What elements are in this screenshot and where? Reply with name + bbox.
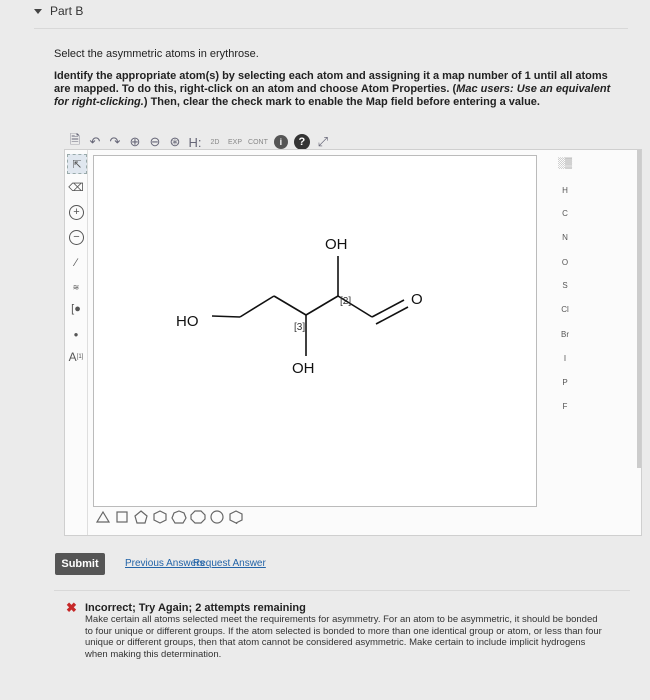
clean-2d-button[interactable]: 2D <box>208 134 222 150</box>
help-icon[interactable]: ? <box>293 134 310 150</box>
structure-editor: ⇱ ⌫ + − ∕ ≋ [● ● A [1] HO OH OH O [2] [3… <box>64 149 642 536</box>
element-h[interactable]: H <box>540 186 590 195</box>
periodic-table-icon[interactable]: ░▒ <box>540 158 590 169</box>
atom-label-tool[interactable]: A [1] <box>67 348 85 366</box>
nonagon-ring-icon[interactable] <box>209 510 225 524</box>
header-divider <box>34 28 628 29</box>
ring-template-bar <box>95 510 244 524</box>
oh-bottom-label[interactable]: OH <box>292 360 315 377</box>
element-cl[interactable]: Cl <box>540 305 590 314</box>
bond-aldehyde-a <box>371 299 405 318</box>
zoom-fit-icon[interactable]: ⊛ <box>168 134 182 150</box>
cont-button[interactable]: CONT <box>248 134 268 150</box>
square-ring-icon[interactable] <box>114 510 130 524</box>
hydrogen-toggle-button[interactable]: H: <box>188 134 202 150</box>
expand-icon[interactable]: ⤢ <box>316 134 330 150</box>
ho-label[interactable]: HO <box>176 313 199 330</box>
part-label: Part B <box>50 4 84 18</box>
incorrect-x-icon: ✖ <box>66 600 77 615</box>
element-c[interactable]: C <box>540 209 590 218</box>
submit-button[interactable]: Submit <box>55 553 105 575</box>
bond-c3-c2 <box>273 295 307 316</box>
bond-c2-c1 <box>305 295 339 316</box>
heptagon-ring-icon[interactable] <box>171 510 187 524</box>
element-s[interactable]: S <box>540 281 590 290</box>
element-f[interactable]: F <box>540 402 590 411</box>
bond-aldehyde-b <box>375 306 409 325</box>
zoom-in-icon[interactable]: ⊕ <box>128 134 142 150</box>
request-answer-link[interactable]: Request Answer <box>193 558 266 569</box>
explicit-button[interactable]: EXP <box>228 134 242 150</box>
element-o[interactable]: O <box>540 258 590 267</box>
info-icon[interactable]: i <box>273 135 288 149</box>
question-text: Select the asymmetric atoms in erythrose… <box>54 48 259 60</box>
zoom-out-icon[interactable]: ⊖ <box>148 134 162 150</box>
oh-top-label[interactable]: OH <box>325 236 348 253</box>
feedback-body: Make certain all atoms selected meet the… <box>85 614 602 660</box>
map-number-2: [2] <box>340 296 351 307</box>
drawing-canvas[interactable]: HO OH OH O [2] [3] <box>93 155 537 507</box>
eraser-icon[interactable]: ⌫ <box>67 178 85 196</box>
benzene-ring-icon[interactable] <box>228 510 244 524</box>
undo-icon[interactable]: ↶ <box>88 134 102 150</box>
octagon-ring-icon[interactable] <box>190 510 206 524</box>
left-toolbar: ⇱ ⌫ + − ∕ ≋ [● ● A [1] <box>65 150 88 535</box>
map-number-3: [3] <box>294 322 305 333</box>
chain-tool-icon[interactable]: ≋ <box>67 278 85 296</box>
select-tool-icon[interactable]: ⇱ <box>67 154 87 174</box>
feedback-title: Incorrect; Try Again; 2 attempts remaini… <box>85 602 306 614</box>
bond-ho-c4 <box>211 315 241 318</box>
element-p[interactable]: P <box>540 378 590 387</box>
element-n[interactable]: N <box>540 233 590 242</box>
element-i[interactable]: I <box>540 354 590 363</box>
part-b-header[interactable]: Part B <box>34 4 83 18</box>
positive-charge-icon[interactable]: + <box>69 205 84 220</box>
negative-charge-icon[interactable]: − <box>69 230 84 245</box>
erythrose-structure[interactable]: HO OH OH O [2] [3] <box>94 156 536 506</box>
question-instructions: Identify the appropriate atom(s) by sele… <box>54 70 611 108</box>
bond-c4-c3 <box>239 295 275 318</box>
triangle-ring-icon[interactable] <box>95 510 111 524</box>
redo-icon[interactable]: ↷ <box>108 134 122 150</box>
palette-scrollbar[interactable] <box>637 150 641 468</box>
element-br[interactable]: Br <box>540 330 590 339</box>
new-document-icon[interactable]: 🗎 <box>68 132 82 150</box>
aldehyde-o-label[interactable]: O <box>411 291 423 308</box>
template-bracket-icon[interactable]: [● <box>67 300 85 318</box>
feedback-divider <box>54 590 630 591</box>
single-bond-icon[interactable]: ∕ <box>67 254 85 272</box>
element-palette: ░▒ H C N O S Cl Br I P F <box>540 150 590 535</box>
collapse-caret-icon[interactable] <box>34 8 42 14</box>
dot-tool-icon[interactable]: ● <box>67 325 85 343</box>
pentagon-ring-icon[interactable] <box>133 510 149 524</box>
hexagon-ring-icon[interactable] <box>152 510 168 524</box>
